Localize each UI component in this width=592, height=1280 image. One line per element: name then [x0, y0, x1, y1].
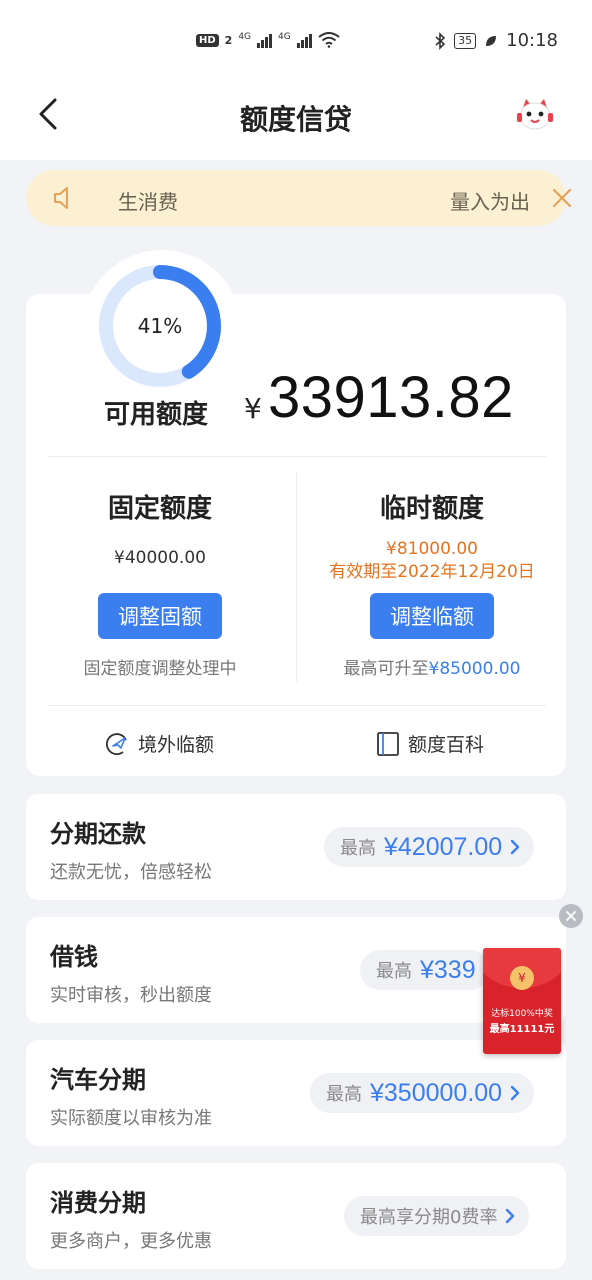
red-packet-line1: 达标100%中奖: [491, 1009, 553, 1019]
clock: 10:18: [506, 30, 558, 51]
pill-label: 最高享分期0费率: [360, 1207, 498, 1228]
fixed-credit-value: ¥40000.00: [114, 548, 206, 568]
divider: [48, 456, 546, 457]
product-subtitle: 实际额度以审核为准: [50, 1108, 212, 1129]
close-icon[interactable]: [550, 186, 574, 210]
battery-icon: 35: [454, 32, 477, 49]
book-icon: [377, 731, 399, 756]
speaker-icon: [54, 187, 68, 209]
notice-text-right: 量入为出: [450, 190, 530, 214]
adjust-fixed-button[interactable]: 调整固额: [98, 593, 222, 639]
pill-label: 最高: [326, 1084, 362, 1105]
currency-symbol: ¥: [244, 392, 262, 425]
red-packet-line2: 最高11111元: [489, 1024, 555, 1035]
pill-value: ¥339: [420, 955, 476, 984]
product-limit-pill[interactable]: 最高享分期0费率: [344, 1196, 530, 1236]
temp-credit-title: 临时额度: [379, 494, 484, 524]
product-title: 汽车分期: [50, 1066, 146, 1094]
pill-value: ¥350000.00: [370, 1078, 503, 1107]
product-limit-pill[interactable]: 最高 ¥350000.00: [310, 1073, 535, 1113]
overseas-temp-label: 境外临额: [138, 734, 215, 756]
coin-icon: ¥: [510, 966, 534, 990]
temp-credit-value: ¥81000.00: [386, 539, 478, 559]
chevron-right-icon: [506, 1208, 515, 1224]
plane-circle-icon: [106, 732, 127, 755]
temp-credit-validity: 有效期至2022年12月20日: [329, 562, 535, 582]
available-credit-amount: 33913.82: [268, 365, 514, 430]
signal-icon: [257, 32, 273, 48]
close-icon: [566, 911, 576, 921]
product-limit-pill[interactable]: 最高 ¥42007.00: [324, 827, 535, 867]
usage-percent: 41%: [137, 314, 183, 338]
status-bar-right: 35 10:18: [434, 30, 558, 51]
credit-wiki-link[interactable]: 额度百科: [376, 730, 484, 757]
product-subtitle: 更多商户，更多优惠: [50, 1231, 212, 1252]
chevron-right-icon: [510, 839, 520, 855]
page-title: 额度信贷: [239, 103, 352, 136]
bluetooth-icon: [435, 31, 446, 50]
fixed-credit-note: 固定额度调整处理中: [83, 659, 237, 679]
temp-credit-note: 最高可升至¥85000.00: [304, 654, 560, 679]
notice-text-left: 生消费: [118, 190, 178, 214]
divider: [48, 705, 546, 706]
wifi-icon: [318, 32, 340, 48]
pill-value: ¥42007.00: [384, 832, 503, 861]
pill-label: 最高: [376, 961, 412, 982]
available-credit-label: 可用额度: [104, 400, 209, 430]
product-title: 消费分期: [50, 1189, 146, 1217]
product-title: 借钱: [50, 943, 98, 971]
temp-credit-section: 临时额度: [312, 488, 552, 525]
product-title: 分期还款: [50, 820, 146, 848]
product-subtitle: 实时审核，秒出额度: [50, 985, 212, 1006]
sim-number: 2: [224, 33, 233, 47]
header: 额度信贷: [0, 68, 592, 160]
red-packet-close-button[interactable]: [559, 904, 583, 928]
chevron-right-icon: [510, 1085, 520, 1101]
notice-banner[interactable]: 生消费 量入为出: [26, 170, 572, 226]
customer-service-mascot-icon[interactable]: [516, 96, 554, 134]
leaf-icon: [486, 35, 497, 46]
red-packet-promo[interactable]: ¥ 达标100%中奖 最高11111元: [483, 948, 561, 1054]
fixed-credit-title: 固定额度: [107, 494, 212, 524]
hd-badge: HD: [196, 33, 219, 47]
network-4g-label-2: 4G: [278, 32, 291, 42]
adjust-temp-button[interactable]: 调整临额: [370, 593, 494, 639]
credit-wiki-label: 额度百科: [408, 734, 485, 756]
network-4g-label: 4G: [238, 32, 252, 42]
fixed-credit-section: 固定额度: [40, 488, 280, 525]
signal-icon-2: [296, 32, 312, 48]
status-bar-left: HD 2 4G 4G: [196, 32, 340, 48]
overseas-temp-link[interactable]: 境外临额: [104, 730, 214, 757]
product-card-installment-repay[interactable]: 分期还款 还款无忧，倍感轻松 最高 ¥42007.00: [26, 794, 566, 900]
product-card-car-installment[interactable]: 汽车分期 实际额度以审核为准 最高 ¥350000.00: [26, 1040, 566, 1146]
product-card-consumer-installment[interactable]: 消费分期 更多商户，更多优惠 最高享分期0费率: [26, 1163, 566, 1269]
divider-vertical: [296, 472, 297, 682]
temp-credit-note-prefix: 最高可升至: [343, 659, 429, 679]
product-limit-pill[interactable]: 最高 ¥339: [360, 950, 490, 990]
temp-credit-note-value: ¥85000.00: [428, 659, 521, 679]
product-subtitle: 还款无忧，倍感轻松: [50, 862, 212, 883]
pill-label: 最高: [340, 838, 376, 859]
